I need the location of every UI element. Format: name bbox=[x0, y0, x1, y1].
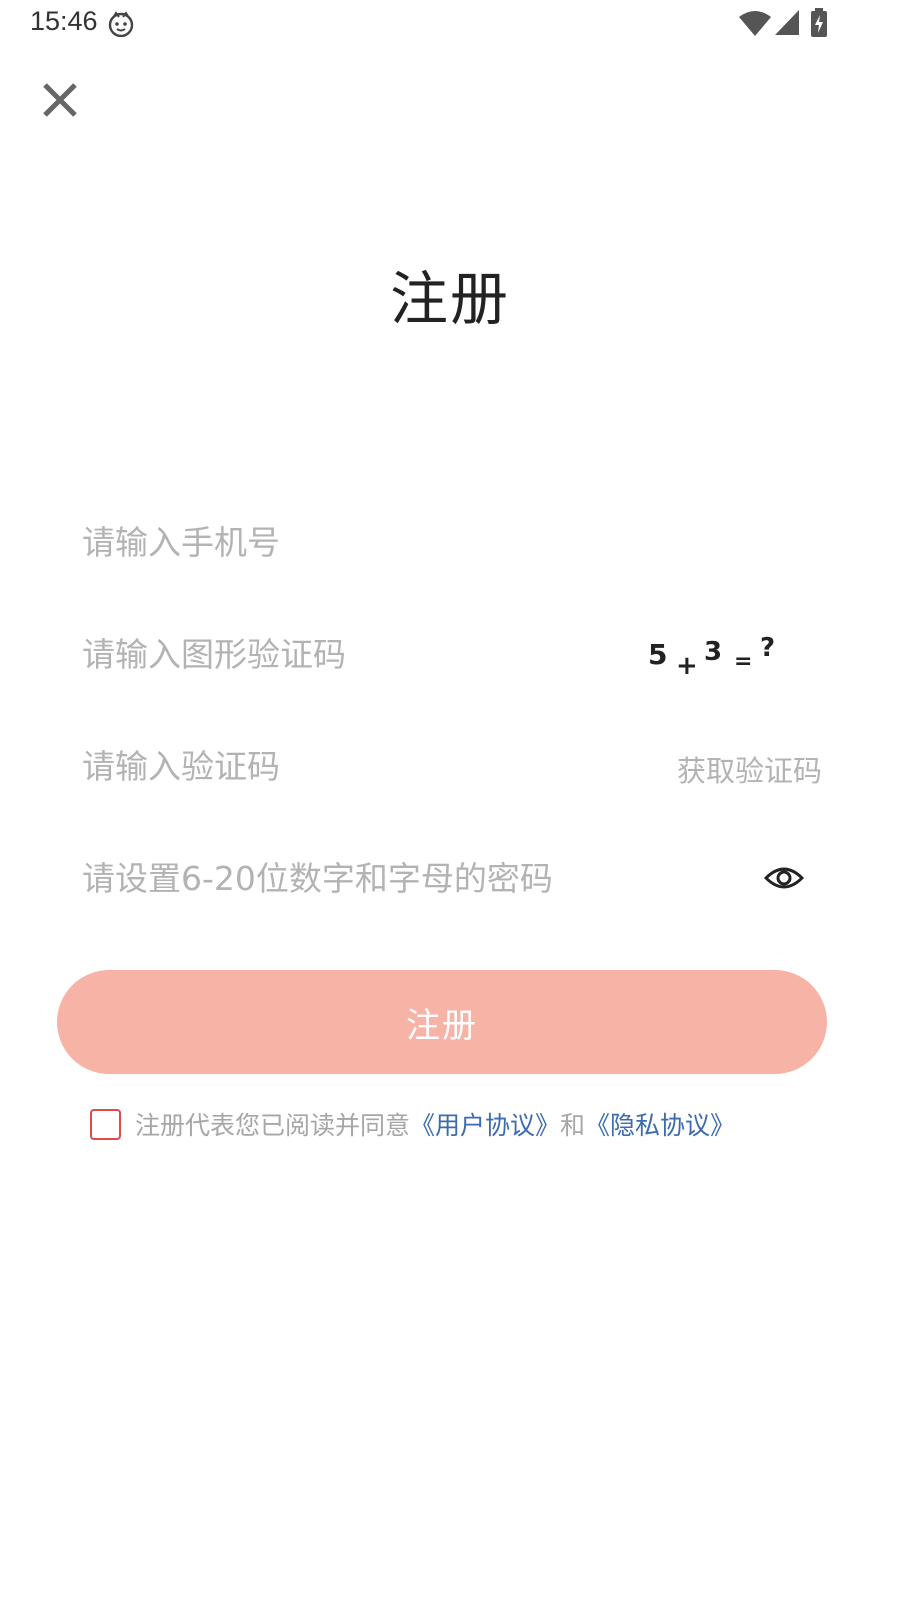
status-time: 15:46 bbox=[30, 6, 98, 36]
face-icon bbox=[108, 11, 134, 37]
sms-code-field: 获取验证码 bbox=[82, 726, 822, 806]
agree-checkbox[interactable] bbox=[90, 1108, 121, 1140]
signal-icon bbox=[775, 10, 799, 35]
captcha-input[interactable] bbox=[82, 614, 622, 694]
phone-field bbox=[82, 502, 822, 582]
get-code-button[interactable]: 获取验证码 bbox=[677, 748, 822, 790]
svg-text:?: ? bbox=[760, 633, 775, 663]
privacy-agreement-link[interactable]: 《隐私协议》 bbox=[585, 1106, 735, 1142]
agreement-row: 注册代表您已阅读并同意 《用户协议》 和 《隐私协议》 bbox=[90, 1104, 735, 1144]
page-title: 注册 bbox=[389, 265, 510, 333]
status-bar: 15:46 bbox=[0, 0, 900, 46]
agreement-and-text: 和 bbox=[560, 1111, 586, 1140]
battery-charging-icon bbox=[811, 8, 827, 37]
register-button[interactable]: 注册 bbox=[57, 970, 827, 1074]
svg-text:=: = bbox=[734, 649, 752, 674]
agreement-text: 注册代表您已阅读并同意 bbox=[135, 1111, 411, 1140]
phone-input[interactable] bbox=[82, 502, 802, 582]
eye-icon[interactable] bbox=[764, 860, 804, 896]
svg-text:+: + bbox=[676, 651, 698, 681]
svg-text:3: 3 bbox=[704, 637, 722, 667]
password-input[interactable] bbox=[82, 838, 722, 918]
captcha-image[interactable]: 5 + 3 = ? bbox=[638, 624, 794, 686]
svg-text:5: 5 bbox=[648, 638, 667, 671]
wifi-icon bbox=[739, 11, 771, 36]
user-agreement-link[interactable]: 《用户协议》 bbox=[410, 1106, 560, 1142]
close-icon[interactable] bbox=[36, 76, 84, 124]
password-field bbox=[82, 838, 822, 918]
captcha-field: 5 + 3 = ? bbox=[82, 614, 822, 694]
sms-code-input[interactable] bbox=[82, 726, 602, 806]
